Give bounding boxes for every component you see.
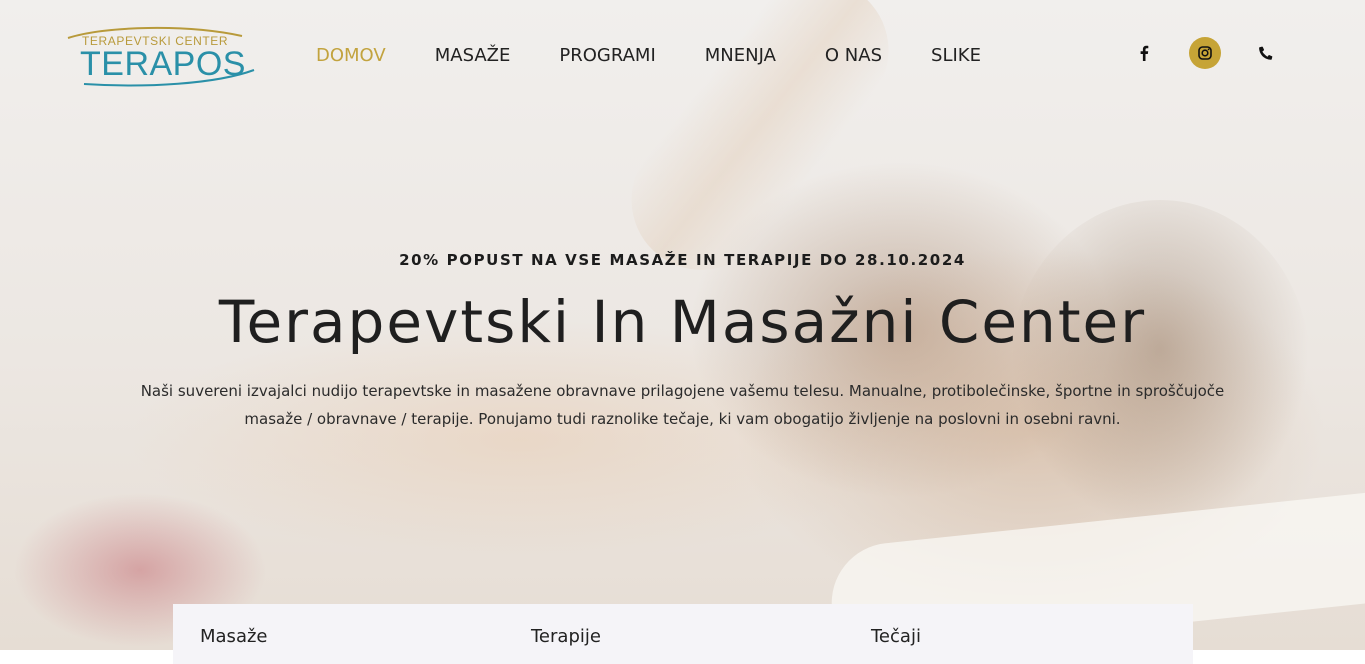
nav-item-masaze[interactable]: MASAŽE [435, 44, 511, 68]
card-masaze[interactable]: Masaže [200, 626, 268, 647]
phone-link[interactable] [1250, 37, 1282, 69]
facebook-icon [1140, 45, 1149, 61]
page-title: Terapevtski In Masažni Center [218, 288, 1147, 356]
nav-item-domov[interactable]: DOMOV [316, 44, 386, 68]
phone-icon [1259, 46, 1273, 60]
service-cards: Masaže Terapije Tečaji [173, 604, 1193, 664]
nav-item-slike[interactable]: SLIKE [931, 44, 981, 68]
hero-description: Naši suvereni izvajalci nudijo terapevts… [120, 377, 1245, 433]
nav-item-programi[interactable]: PROGRAMI [559, 44, 655, 68]
hero-description-line-1: Naši suvereni izvajalci nudijo terapevts… [140, 382, 1225, 400]
site-logo[interactable]: TERAPEVTSKI CENTER TERAPOS [66, 26, 256, 88]
hero-description-line-2: masaže / obravnave / terapije. Ponujamo … [244, 410, 1121, 428]
promo-banner: 20% POPUST NA VSE MASAŽE IN TERAPIJE DO … [399, 251, 966, 269]
logo-wordmark: TERAPOS [80, 45, 246, 83]
hero-photo-hair [1010, 200, 1310, 530]
nav-item-o-nas[interactable]: O NAS [825, 44, 882, 68]
facebook-link[interactable] [1128, 37, 1160, 69]
card-tecaji[interactable]: Tečaji [871, 626, 921, 647]
main-nav: DOMOV MASAŽE PROGRAMI MNENJA O NAS SLIKE [316, 44, 1030, 68]
card-terapije[interactable]: Terapije [531, 626, 601, 647]
nav-item-mnenja[interactable]: MNENJA [705, 44, 776, 68]
instagram-icon [1198, 46, 1212, 60]
instagram-link[interactable] [1189, 37, 1221, 69]
